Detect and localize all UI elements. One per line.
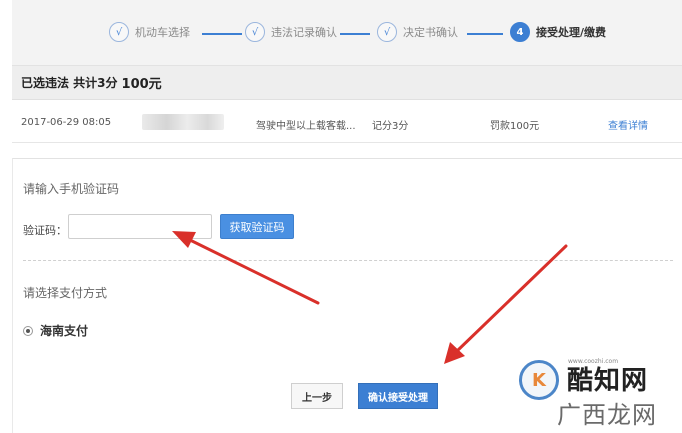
summary-amount: 100元: [121, 77, 162, 92]
record-datetime: 2017-06-29 08:05: [21, 117, 112, 128]
record-description: 驾驶中型以上载客载...: [256, 121, 356, 132]
section-divider: [23, 260, 673, 261]
violation-record-row: 2017-06-29 08:05 驾驶中型以上载客载... 记分3分 罚款100…: [12, 101, 682, 143]
step-decision-confirm: √ 决定书确认: [377, 22, 458, 42]
code-label: 验证码：: [23, 224, 67, 237]
payment-option-hainan[interactable]: 海南支付: [23, 322, 88, 339]
verify-section-title: 请输入手机验证码: [23, 182, 120, 196]
verification-code-input[interactable]: [68, 214, 212, 239]
check-icon: √: [245, 22, 265, 42]
previous-step-button[interactable]: 上一步: [291, 383, 343, 409]
site-watermark: K www.coozhi.com 酷知网 广西龙网: [515, 350, 680, 430]
step-accept-pay: 4 接受处理/缴费: [510, 22, 606, 42]
get-code-button[interactable]: 获取验证码: [220, 214, 294, 239]
step-vehicle-select: √ 机动车选择: [109, 22, 190, 42]
step-connector: [340, 33, 370, 35]
step-label: 接受处理/缴费: [536, 26, 607, 39]
selected-violations-summary: 已选违法 共计3分 100元: [12, 66, 682, 100]
view-detail-link[interactable]: 查看详情: [608, 117, 648, 132]
watermark-name: 酷知网: [567, 366, 649, 396]
step-label: 决定书确认: [403, 26, 458, 39]
step-label: 违法记录确认: [271, 26, 337, 39]
confirm-accept-button[interactable]: 确认接受处理: [358, 383, 438, 409]
step-connector: [202, 33, 242, 35]
watermark-subname: 广西龙网: [557, 401, 657, 429]
step-violation-confirm: √ 违法记录确认: [245, 22, 337, 42]
step-label: 机动车选择: [135, 26, 190, 39]
summary-text: 已选违法 共计3分: [21, 76, 118, 90]
record-points: 记分3分: [372, 121, 409, 132]
step-connector: [467, 33, 503, 35]
payment-option-label: 海南支付: [40, 324, 89, 338]
step-number-icon: 4: [510, 22, 530, 42]
payment-section-title: 请选择支付方式: [23, 286, 108, 300]
check-icon: √: [377, 22, 397, 42]
check-icon: √: [109, 22, 129, 42]
watermark-logo-icon: K: [519, 360, 559, 400]
radio-selected-icon[interactable]: [23, 325, 33, 336]
record-fine: 罚款100元: [490, 121, 540, 132]
blurred-location: [142, 114, 224, 130]
step-progress-bar: √ 机动车选择 √ 违法记录确认 √ 决定书确认 4 接受处理/缴费: [12, 0, 682, 66]
